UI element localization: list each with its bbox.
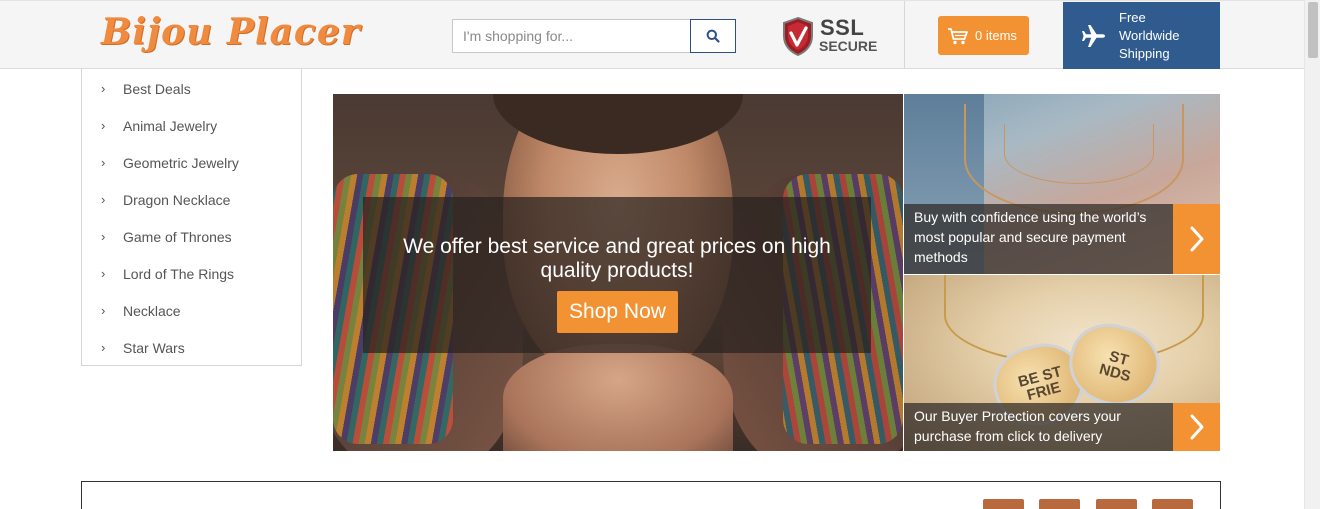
secure-label: SECURE bbox=[819, 38, 878, 54]
sidebar-item-star-wars[interactable]: › Star Wars bbox=[82, 329, 301, 366]
sidebar-item-label: Dragon Necklace bbox=[123, 191, 231, 208]
section-tab[interactable] bbox=[1096, 499, 1137, 509]
hero-banner[interactable]: We offer best service and great prices o… bbox=[333, 94, 903, 451]
ssl-secure-badge: SSL SECURE bbox=[781, 15, 877, 56]
sidebar-item-lord-of-the-rings[interactable]: › Lord of The Rings bbox=[82, 255, 301, 292]
sidebar-item-label: Best Deals bbox=[123, 80, 191, 97]
chevron-right-icon: › bbox=[101, 229, 106, 244]
sidebar-item-necklace[interactable]: › Necklace bbox=[82, 292, 301, 329]
chevron-right-icon: › bbox=[101, 266, 106, 281]
free-shipping-banner[interactable]: Free Worldwide Shipping bbox=[1063, 2, 1220, 69]
hero-headline: We offer best service and great prices o… bbox=[403, 235, 831, 282]
chevron-right-icon: › bbox=[101, 118, 106, 133]
search-icon bbox=[706, 29, 720, 43]
search-button[interactable] bbox=[690, 19, 736, 53]
shield-check-icon bbox=[783, 16, 813, 56]
shipping-label: Free Worldwide Shipping bbox=[1119, 9, 1180, 61]
sidebar-item-label: Geometric Jewelry bbox=[123, 154, 239, 171]
sidebar-item-animal-jewelry[interactable]: › Animal Jewelry bbox=[82, 107, 301, 144]
scrollbar-thumb[interactable] bbox=[1308, 2, 1318, 58]
page-scrollbar[interactable] bbox=[1304, 0, 1320, 509]
promo-next-button[interactable] bbox=[1173, 204, 1220, 274]
chevron-right-icon: › bbox=[101, 340, 106, 355]
chevron-right-icon bbox=[1190, 226, 1203, 252]
site-header: Bijou Placer SSL SECURE bbox=[0, 0, 1304, 69]
sidebar-item-label: Necklace bbox=[123, 302, 181, 319]
header-divider bbox=[904, 1, 905, 69]
hero-caption: We offer best service and great prices o… bbox=[363, 197, 871, 353]
sidebar-item-label: Star Wars bbox=[123, 339, 185, 356]
cart-button[interactable]: 0 items bbox=[938, 16, 1029, 55]
page: Bijou Placer SSL SECURE bbox=[0, 0, 1320, 509]
chevron-right-icon: › bbox=[101, 81, 106, 96]
sidebar-item-best-deals[interactable]: › Best Deals bbox=[82, 70, 301, 107]
cart-icon bbox=[948, 27, 968, 44]
promo-image-necklace bbox=[1004, 124, 1154, 184]
cart-count: 0 items bbox=[975, 28, 1017, 43]
airplane-icon bbox=[1082, 24, 1105, 47]
category-sidebar: › Best Deals › Animal Jewelry › Geometri… bbox=[81, 69, 302, 366]
promo-caption: Our Buyer Protection covers your purchas… bbox=[904, 403, 1173, 451]
chevron-right-icon: › bbox=[101, 155, 106, 170]
sidebar-item-game-of-thrones[interactable]: › Game of Thrones bbox=[82, 218, 301, 255]
section-tab[interactable] bbox=[1152, 499, 1193, 509]
ssl-label: SSL bbox=[820, 15, 865, 40]
sidebar-item-geometric-jewelry[interactable]: › Geometric Jewelry bbox=[82, 144, 301, 181]
pendant-text-right: ST NDS bbox=[1097, 347, 1133, 386]
sidebar-item-label: Lord of The Rings bbox=[123, 265, 235, 282]
chevron-right-icon: › bbox=[101, 192, 106, 207]
section-tab[interactable] bbox=[1039, 499, 1080, 509]
promo-secure-payment[interactable]: Buy with confidence using the world’s mo… bbox=[904, 94, 1220, 274]
sidebar-item-label: Animal Jewelry bbox=[123, 117, 218, 134]
pendant-text-left: BE ST FRIE bbox=[1016, 363, 1064, 405]
hero-image-hands bbox=[503, 344, 733, 451]
sidebar-item-label: Game of Thrones bbox=[123, 228, 232, 245]
promo-next-button[interactable] bbox=[1173, 403, 1220, 451]
chevron-right-icon: › bbox=[101, 303, 106, 318]
search-input[interactable] bbox=[452, 19, 691, 53]
search-bar bbox=[452, 19, 736, 53]
sidebar-item-dragon-necklace[interactable]: › Dragon Necklace bbox=[82, 181, 301, 218]
products-section bbox=[81, 481, 1221, 509]
promo-caption: Buy with confidence using the world’s mo… bbox=[904, 204, 1173, 274]
section-tab[interactable] bbox=[983, 499, 1024, 509]
chevron-right-icon bbox=[1190, 414, 1203, 440]
shop-now-button[interactable]: Shop Now bbox=[557, 291, 678, 333]
promo-buyer-protection[interactable]: BE ST FRIE ST NDS Our Buyer Protection c… bbox=[904, 275, 1220, 451]
site-logo[interactable]: Bijou Placer bbox=[101, 11, 361, 53]
